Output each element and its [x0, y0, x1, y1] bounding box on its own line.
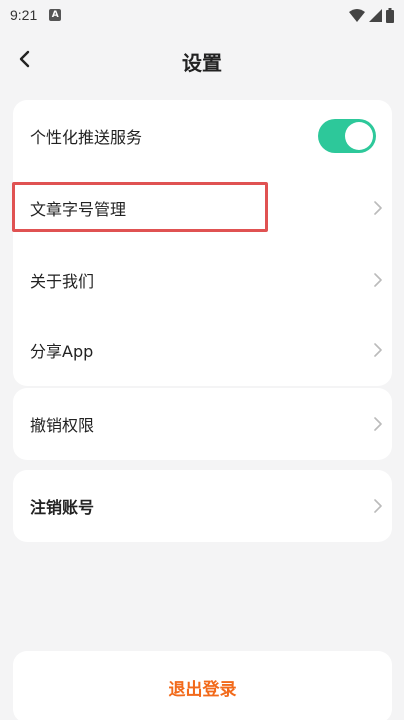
settings-card-main: 个性化推送服务 文章字号管理 关于我们 分享App — [13, 100, 392, 386]
settings-card-revoke: 撤销权限 — [13, 388, 392, 460]
logout-button[interactable]: 退出登录 — [13, 651, 392, 720]
page-title: 设置 — [182, 51, 222, 75]
font-size-row[interactable]: 文章字号管理 — [13, 172, 392, 244]
status-time: 9:21 — [10, 7, 38, 23]
push-service-row: 个性化推送服务 — [13, 100, 392, 172]
share-label: 分享App — [30, 342, 94, 361]
push-service-label: 个性化推送服务 — [30, 128, 143, 147]
status-bar: 9:21 A — [0, 0, 404, 30]
push-service-toggle[interactable] — [318, 119, 376, 153]
signal-icon — [369, 8, 382, 22]
font-size-label: 文章字号管理 — [30, 200, 127, 219]
logout-label: 退出登录 — [168, 679, 237, 700]
share-row[interactable]: 分享App — [13, 314, 392, 386]
wifi-icon — [349, 8, 365, 22]
chevron-right-icon — [374, 499, 382, 513]
chevron-right-icon — [374, 343, 382, 357]
settings-card-delete: 注销账号 — [13, 470, 392, 542]
revoke-row[interactable]: 撤销权限 — [13, 388, 392, 460]
delete-account-label: 注销账号 — [30, 498, 95, 517]
about-row[interactable]: 关于我们 — [13, 244, 392, 316]
a-icon: A — [49, 9, 62, 21]
toggle-knob — [345, 122, 373, 150]
delete-account-row[interactable]: 注销账号 — [13, 470, 392, 542]
chevron-right-icon — [374, 201, 382, 215]
status-icons — [349, 7, 394, 23]
revoke-label: 撤销权限 — [30, 416, 95, 435]
chevron-right-icon — [374, 417, 382, 431]
battery-icon — [386, 7, 394, 23]
chevron-right-icon — [374, 273, 382, 287]
navbar: 设置 — [0, 38, 404, 80]
about-label: 关于我们 — [30, 272, 95, 291]
